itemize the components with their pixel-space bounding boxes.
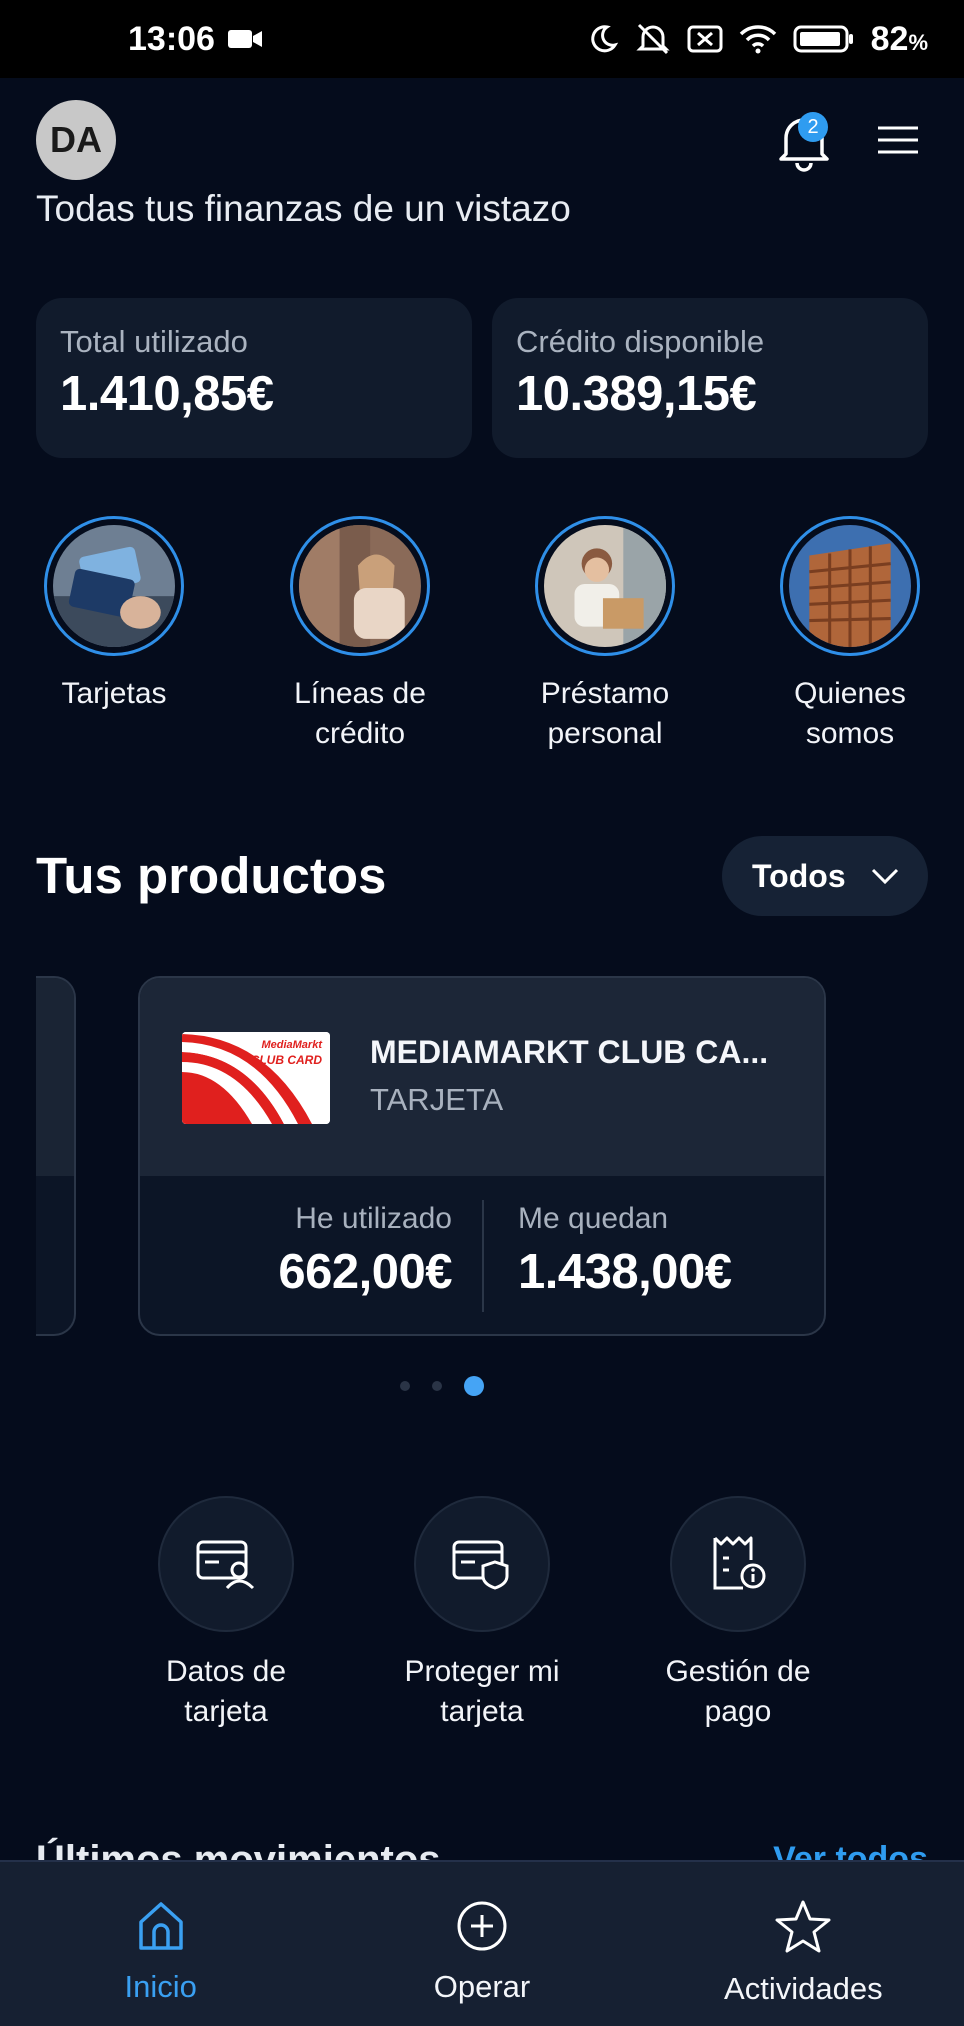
total-used-label: Total utilizado	[60, 324, 248, 359]
used-label: He utilizado	[295, 1202, 452, 1235]
bottom-navigation: Inicio Operar Actividades	[0, 1860, 964, 2026]
carousel-dot[interactable]	[432, 1381, 442, 1391]
carousel-dot-active[interactable]	[464, 1376, 484, 1396]
quick-link-tarjetas[interactable]: Tarjetas	[14, 516, 214, 714]
action-label: Datos de	[165, 1655, 287, 1688]
payment-management-button[interactable]: Gestión de pago	[628, 1496, 848, 1732]
card-details-button[interactable]: Datos de tarjeta	[116, 1496, 336, 1732]
status-time: 13:06	[128, 19, 215, 58]
product-card[interactable]: MediaMarkt CLUB CARD MEDIAMARKT CLUB CA.…	[138, 976, 826, 1336]
remaining-label: Me quedan	[518, 1202, 669, 1235]
status-bar: 13:06 82%	[0, 0, 964, 78]
total-used-value: 1.410,85€	[60, 367, 274, 421]
receipt-info-icon	[713, 1536, 766, 1590]
nav-label: Operar	[433, 1969, 531, 2004]
cards-photo	[53, 525, 175, 647]
previous-product-card[interactable]	[36, 976, 76, 1336]
plus-circle-icon	[457, 1901, 507, 1951]
protect-card-button[interactable]: Proteger mi tarjeta	[372, 1496, 592, 1732]
products-title: Tus productos	[36, 847, 387, 904]
battery-level: 82%	[870, 19, 928, 58]
hamburger-menu-icon[interactable]	[876, 122, 920, 158]
chevron-down-icon	[871, 868, 899, 885]
svg-text:MediaMarkt: MediaMarkt	[261, 1039, 323, 1051]
card-user-icon	[196, 1540, 255, 1590]
products-filter-dropdown[interactable]: Todos	[722, 836, 928, 916]
used-amount: 662,00€	[278, 1245, 452, 1299]
product-name: MEDIAMARKT CLUB CA...	[370, 1034, 769, 1070]
nav-label: Actividades	[724, 1971, 883, 2006]
divider	[482, 1200, 484, 1312]
wifi-icon	[739, 25, 776, 54]
product-remaining: Me quedan 1.438,00€	[518, 1202, 732, 1300]
product-used: He utilizado 662,00€	[278, 1202, 452, 1300]
quick-link-quienes-somos[interactable]: Quienes somos	[750, 516, 950, 754]
total-used-card[interactable]: Total utilizado 1.410,85€	[36, 298, 472, 458]
woman-box-photo	[544, 525, 666, 647]
card-shield-icon	[452, 1540, 509, 1590]
nav-inicio[interactable]: Inicio	[31, 1862, 291, 2005]
video-camera-icon	[227, 30, 262, 48]
nav-actividades[interactable]: Actividades	[673, 1862, 933, 2007]
action-label: Proteger mi	[404, 1655, 560, 1688]
quick-link-label: Tarjetas	[61, 677, 167, 710]
moon-icon	[590, 25, 618, 53]
page-subtitle: Todas tus finanzas de un vistazo	[36, 188, 571, 229]
quick-link-label: Préstamo	[540, 677, 670, 710]
carousel-indicator	[400, 1376, 484, 1396]
quick-link-label-2: crédito	[314, 717, 406, 750]
quick-link-label-2: somos	[805, 717, 895, 750]
remaining-amount: 1.438,00€	[518, 1245, 732, 1299]
available-credit-value: 10.389,15€	[516, 367, 757, 421]
muted-bell-icon	[635, 23, 670, 55]
quick-link-lineas-credito[interactable]: Líneas de crédito	[260, 516, 460, 754]
filter-label: Todos	[752, 857, 846, 894]
mediamarkt-club-card-logo: MediaMarkt CLUB CARD	[182, 1032, 330, 1124]
carousel-dot[interactable]	[400, 1381, 410, 1391]
action-label-2: pago	[704, 1695, 772, 1728]
available-credit-label: Crédito disponible	[516, 324, 765, 359]
avatar[interactable]: DA	[36, 100, 116, 180]
action-label: Gestión de	[665, 1655, 811, 1688]
nav-label: Inicio	[124, 1969, 197, 2004]
no-sim-icon	[687, 25, 723, 53]
battery-icon	[793, 25, 853, 53]
quick-link-label: Líneas de	[294, 677, 426, 710]
notification-badge: 2	[798, 112, 828, 142]
available-credit-card[interactable]: Crédito disponible 10.389,15€	[492, 298, 928, 458]
action-label-2: tarjeta	[184, 1695, 268, 1728]
nav-operar[interactable]: Operar	[352, 1862, 612, 2005]
quick-link-label-2: personal	[547, 717, 663, 750]
action-label-2: tarjeta	[440, 1695, 524, 1728]
building-photo	[789, 525, 911, 647]
svg-text:CLUB CARD: CLUB CARD	[251, 1053, 323, 1067]
top-bar: DA 2	[36, 100, 928, 180]
quick-link-label: Quienes	[794, 677, 906, 710]
woman-laptop-photo	[299, 525, 421, 647]
quick-link-prestamo-personal[interactable]: Préstamo personal	[505, 516, 705, 754]
home-icon	[138, 1902, 183, 1950]
product-type: TARJETA	[370, 1082, 504, 1117]
star-icon	[775, 1900, 831, 1953]
